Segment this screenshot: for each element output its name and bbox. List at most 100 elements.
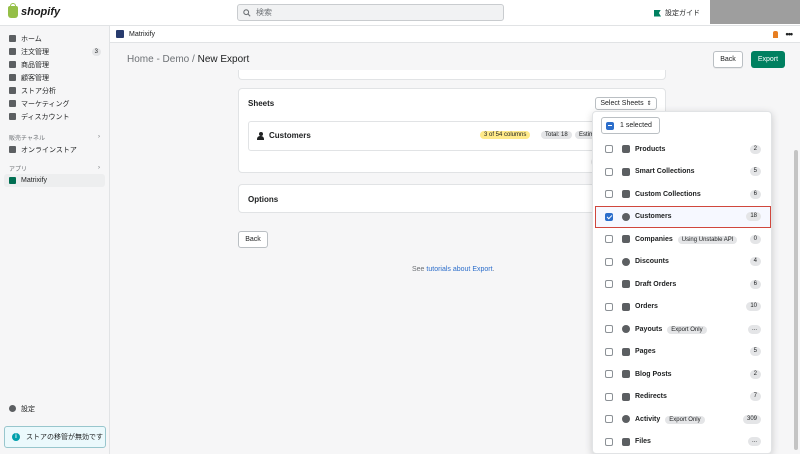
option-products[interactable]: Products 2 [593, 138, 771, 161]
option-customers[interactable]: Customers 18 [595, 205, 771, 228]
export-only-tag: Export Only [667, 325, 707, 334]
sales-channels-heading[interactable]: 販売チャネル › [0, 131, 109, 143]
sheet-option-list: Products 2 Smart Collections 5 Custom Coll… [593, 138, 771, 454]
collections-icon [622, 167, 630, 176]
search-placeholder: 検索 [256, 8, 272, 17]
store-icon [9, 146, 16, 153]
account-menu[interactable] [710, 0, 800, 24]
option-redirects[interactable]: Redirects 7 [593, 386, 771, 409]
sidebar-item-orders[interactable]: 注文管理 3 [0, 45, 109, 58]
option-label: Payouts Export Only [635, 325, 707, 334]
person-icon [622, 212, 630, 221]
option-smart-collections[interactable]: Smart Collections 5 [593, 161, 771, 184]
checkbox[interactable] [605, 437, 613, 446]
chevron-right-icon: › [98, 165, 100, 171]
option-custom-collections[interactable]: Custom Collections 6 [593, 183, 771, 206]
sheet-name: Customers [257, 131, 311, 140]
option-orders[interactable]: Orders 10 [593, 296, 771, 319]
unstable-api-tag: Using Unstable API [677, 235, 738, 244]
shopify-logo[interactable]: shopify [8, 3, 61, 18]
select-sheets-button[interactable]: Select Sheets ⇕ [595, 97, 657, 110]
section-label: 販売チャネル [9, 135, 45, 142]
breadcrumb: Home - Demo / New Export [127, 54, 249, 65]
option-discounts[interactable]: Discounts 4 [593, 251, 771, 274]
selected-count: 1 selected [620, 122, 652, 129]
tutorial-link[interactable]: tutorials about Export [426, 266, 492, 273]
sidebar-item-online-store[interactable]: オンラインストア [0, 143, 109, 156]
count-badge: 2 [749, 144, 761, 154]
count-badge: 4 [749, 257, 761, 267]
collections-icon [622, 190, 630, 199]
sidebar-item-customers[interactable]: 顧客管理 [0, 71, 109, 84]
sidebar-item-settings[interactable]: 設定 [0, 402, 110, 415]
checkbox[interactable] [605, 145, 613, 154]
total-badge: Total: 18 [541, 131, 572, 139]
breadcrumb-current: New Export [197, 54, 250, 65]
store-transfer-notice[interactable]: i ストアの移管が無効です [4, 426, 106, 448]
option-activity[interactable]: Activity Export Only 309 [593, 408, 771, 431]
option-label: Companies Using Unstable API [635, 235, 738, 244]
option-label: Draft Orders [635, 280, 677, 288]
option-label: Custom Collections [635, 190, 701, 198]
checkbox[interactable] [605, 190, 613, 199]
analytics-icon [9, 87, 16, 94]
sidebar-item-matrixify[interactable]: Matrixify [4, 174, 105, 187]
option-label: Smart Collections [635, 168, 695, 176]
checkbox[interactable] [605, 235, 613, 244]
more-options-icon[interactable]: ••• [786, 29, 794, 39]
sidebar-item-discounts[interactable]: ディスカウント [0, 110, 109, 123]
option-blog-posts[interactable]: Blog Posts 2 [593, 363, 771, 386]
setup-guide-label: 設定ガイド [665, 10, 700, 17]
setup-guide-link[interactable]: 設定ガイド [654, 8, 700, 18]
checkbox[interactable] [605, 257, 613, 266]
breadcrumb-separator: / [192, 54, 195, 65]
checkbox[interactable] [605, 325, 613, 334]
redirect-icon [622, 392, 630, 401]
sidebar-item-analytics[interactable]: ストア分析 [0, 84, 109, 97]
option-companies[interactable]: Companies Using Unstable API 0 [593, 228, 771, 251]
columns-badge[interactable]: 3 of 54 columns [480, 131, 531, 139]
clip-icon [622, 437, 630, 446]
back-button-bottom[interactable]: Back [238, 231, 268, 248]
tutorial-suffix: . [492, 266, 495, 273]
checkbox[interactable] [605, 347, 613, 356]
search-input[interactable]: 検索 [237, 4, 504, 21]
select-sheets-dropdown: 1 selected Products 2 Smart Collections 5 … [592, 111, 772, 454]
bulk-select-button[interactable]: 1 selected [601, 117, 660, 134]
checkbox[interactable] [605, 370, 613, 379]
back-button[interactable]: Back [713, 51, 743, 68]
sidebar-item-home[interactable]: ホーム [0, 32, 109, 45]
export-button[interactable]: Export [751, 51, 785, 68]
sidebar-item-marketing[interactable]: マーケティング [0, 97, 109, 110]
sidebar-item-label: ディスカウント [21, 113, 70, 121]
tutorial-prefix: See [412, 266, 427, 273]
matrixify-icon [9, 177, 16, 184]
sidebar-item-label: オンラインストア [21, 146, 77, 154]
sidebar-item-label: 顧客管理 [21, 74, 49, 82]
sidebar-item-label: 設定 [21, 405, 35, 413]
sidebar-item-label: マーケティング [21, 100, 70, 108]
count-badge: 6 [749, 189, 761, 199]
option-files[interactable]: Files... [593, 431, 771, 454]
checkbox[interactable] [605, 167, 613, 176]
sidebar: ホーム 注文管理 3 商品管理 顧客管理 ストア分析 マーケティング ディスカウン… [0, 26, 110, 454]
option-pages[interactable]: Pages 5 [593, 341, 771, 364]
option-payouts[interactable]: Payouts Export Only... [593, 318, 771, 341]
option-draft-orders[interactable]: Draft Orders 6 [593, 273, 771, 296]
apps-heading[interactable]: アプリ › [0, 162, 109, 174]
checkbox[interactable] [605, 302, 613, 311]
count-badge: 7 [749, 392, 761, 402]
person-icon [257, 131, 264, 140]
indeterminate-checkbox[interactable] [606, 121, 614, 130]
marketing-icon [9, 100, 16, 107]
checkbox[interactable] [605, 280, 613, 289]
pin-icon[interactable] [773, 31, 778, 38]
checkbox-checked[interactable] [605, 212, 613, 221]
breadcrumb-home[interactable]: Home - Demo [127, 54, 189, 65]
checkbox[interactable] [605, 415, 613, 424]
checkbox[interactable] [605, 392, 613, 401]
sidebar-item-label: ストア分析 [21, 87, 56, 95]
scrollbar-thumb[interactable] [794, 150, 798, 450]
logo-text: shopify [21, 6, 61, 18]
sidebar-item-products[interactable]: 商品管理 [0, 58, 109, 71]
